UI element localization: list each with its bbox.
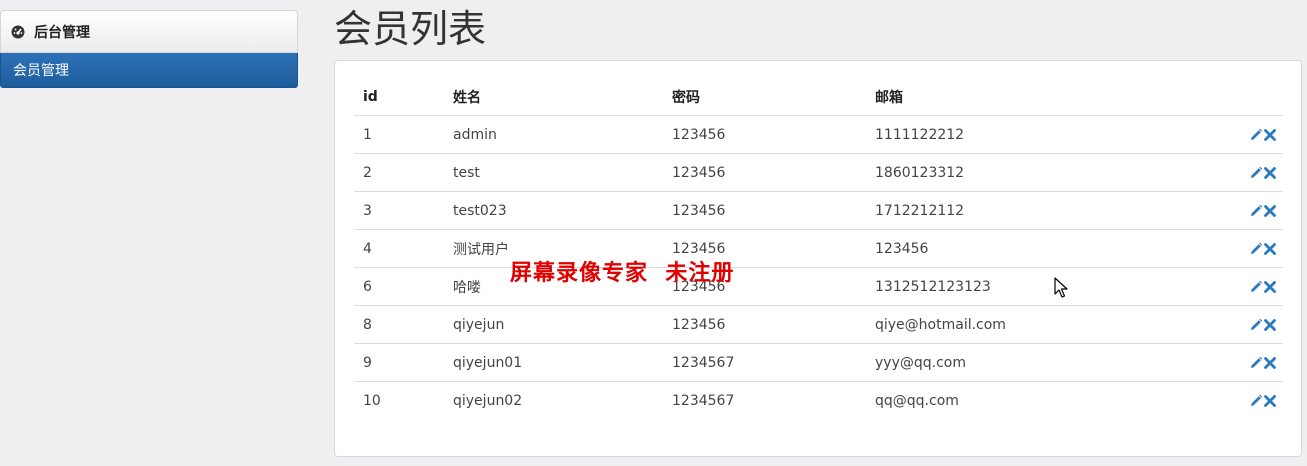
table-row: 2 test 123456 1860123312: [354, 153, 1283, 192]
row-actions: [1214, 229, 1283, 268]
cell-id: 1: [354, 115, 444, 154]
close-icon[interactable]: [1263, 356, 1277, 370]
column-header-password: 密码: [663, 78, 866, 116]
table-row: 10 qiyejun02 1234567 qq@qq.com: [354, 382, 1283, 420]
pencil-icon[interactable]: [1249, 128, 1263, 142]
table-row: 9 qiyejun01 1234567 yyy@qq.com: [354, 343, 1283, 382]
close-icon[interactable]: [1263, 318, 1277, 332]
pencil-icon[interactable]: [1249, 356, 1263, 370]
member-table-panel: id 姓名 密码 邮箱 1 admin 123456 1111122212 2 test 1…: [334, 60, 1302, 457]
cell-email: 1860123312: [866, 153, 1214, 192]
row-actions: [1214, 153, 1283, 192]
cell-email: yyy@qq.com: [866, 343, 1214, 382]
cell-name: qiyejun01: [444, 343, 663, 382]
cell-email: 1312512123123: [866, 267, 1214, 306]
column-header-email: 邮箱: [866, 78, 1214, 116]
pencil-icon[interactable]: [1249, 280, 1263, 294]
close-icon[interactable]: [1263, 242, 1277, 256]
pencil-icon[interactable]: [1249, 394, 1263, 408]
row-actions: [1214, 305, 1283, 344]
cell-password: 123456: [663, 305, 866, 344]
close-icon[interactable]: [1263, 394, 1277, 408]
close-icon[interactable]: [1263, 204, 1277, 218]
cell-email: 1111122212: [866, 115, 1214, 154]
cell-email: qiye@hotmail.com: [866, 305, 1214, 344]
cell-name: qiyejun02: [453, 392, 523, 409]
cell-name: test023: [444, 191, 663, 230]
row-actions: [1214, 343, 1283, 382]
row-actions: [1214, 267, 1283, 306]
row-actions: [1214, 115, 1283, 154]
pencil-icon[interactable]: [1249, 318, 1263, 332]
cell-id: 4: [354, 229, 444, 268]
cell-id: 6: [354, 267, 444, 306]
pencil-icon[interactable]: [1249, 166, 1263, 180]
sidebar-item-member-management[interactable]: 会员管理: [0, 53, 298, 88]
sidebar-header[interactable]: 后台管理: [0, 10, 298, 53]
cell-password: 1234567: [663, 343, 866, 382]
column-header-id: id: [354, 78, 444, 116]
page-title: 会员列表: [334, 7, 487, 51]
cell-password: 123456: [663, 191, 866, 230]
cell-email: 123456: [866, 229, 1214, 268]
sidebar-header-title: 后台管理: [34, 24, 90, 41]
cell-email: 1712212112: [866, 191, 1214, 230]
column-header-actions: [1214, 78, 1283, 116]
cell-password: 123456: [663, 153, 866, 192]
close-icon[interactable]: [1263, 280, 1277, 294]
cell-email: qq@qq.com: [875, 392, 959, 409]
cell-name: test: [444, 153, 663, 192]
member-table: id 姓名 密码 邮箱 1 admin 123456 1111122212 2 test 1…: [354, 78, 1283, 419]
cell-password: 1234567: [672, 392, 735, 409]
cell-password: 123456: [663, 115, 866, 154]
mouse-cursor-icon: [1054, 277, 1068, 298]
table-header-row: id 姓名 密码 邮箱: [354, 78, 1283, 116]
close-icon[interactable]: [1263, 166, 1277, 180]
cell-id: 9: [354, 343, 444, 382]
pencil-icon[interactable]: [1249, 242, 1263, 256]
column-header-name: 姓名: [444, 78, 663, 116]
table-row: 6 哈喽 123456 1312512123123: [354, 267, 1283, 306]
dashboard-icon: [11, 25, 25, 39]
sidebar-item-label: 会员管理: [13, 63, 69, 79]
cell-id: 8: [354, 305, 444, 344]
sidebar: 后台管理 会员管理: [0, 10, 298, 88]
table-row: 1 admin 123456 1111122212: [354, 115, 1283, 154]
watermark: 屏幕录像专家 未注册: [510, 260, 735, 286]
cell-id: 10: [363, 392, 381, 409]
cell-id: 2: [354, 153, 444, 192]
cell-name: admin: [444, 115, 663, 154]
table-row: 4 测试用户 123456 123456: [354, 229, 1283, 268]
table-row: 8 qiyejun 123456 qiye@hotmail.com: [354, 305, 1283, 344]
cell-id: 3: [354, 191, 444, 230]
cell-name: qiyejun: [444, 305, 663, 344]
pencil-icon[interactable]: [1249, 204, 1263, 218]
row-actions: [1214, 382, 1283, 420]
row-actions: [1214, 191, 1283, 230]
table-row: 3 test023 123456 1712212112: [354, 191, 1283, 230]
close-icon[interactable]: [1263, 128, 1277, 142]
